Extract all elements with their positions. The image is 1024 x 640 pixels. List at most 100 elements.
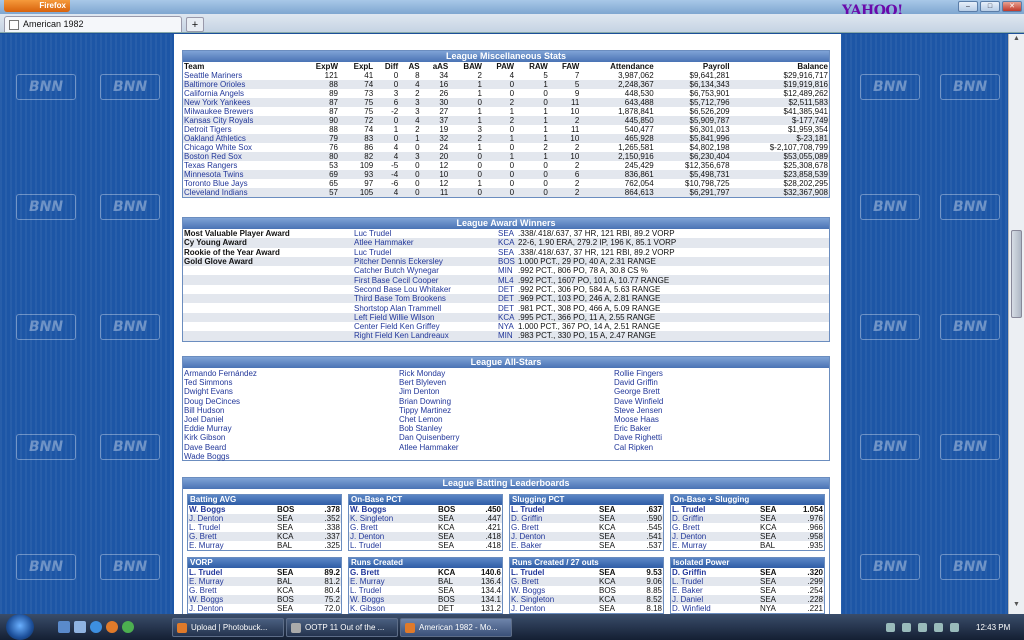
player-link[interactable]: Center Field Ken Griffey bbox=[353, 322, 497, 331]
player-link[interactable]: Shortstop Alan Trammell bbox=[353, 303, 497, 313]
player-link[interactable]: Atlee Hammaker bbox=[353, 238, 497, 248]
player-link[interactable]: L. Trudel bbox=[510, 568, 598, 577]
player-link[interactable]: L. Trudel bbox=[671, 505, 759, 514]
player-link[interactable]: K. Gibson bbox=[349, 604, 437, 613]
player-link[interactable]: E. Murray bbox=[349, 577, 437, 586]
player-link[interactable]: K. Singleton bbox=[349, 514, 437, 523]
maximize-button[interactable]: □ bbox=[980, 1, 1000, 12]
player-link[interactable]: E. Murray bbox=[188, 577, 276, 586]
all-star-player-link[interactable]: Brian Downing bbox=[399, 397, 614, 406]
team-link[interactable]: SEA bbox=[497, 248, 517, 257]
all-star-player-link[interactable]: Tippy Martinez bbox=[399, 406, 614, 415]
team-link[interactable]: Chicago White Sox bbox=[183, 143, 299, 152]
column-header[interactable]: Balance bbox=[731, 62, 829, 71]
team-link[interactable]: BOS bbox=[497, 256, 517, 267]
tray-network-icon[interactable] bbox=[902, 623, 911, 632]
player-link[interactable]: Third Base Tom Brookens bbox=[353, 294, 497, 304]
player-link[interactable]: K. Singleton bbox=[510, 595, 598, 604]
column-header[interactable]: AS bbox=[399, 62, 420, 71]
all-star-player-link[interactable]: Rick Monday bbox=[399, 369, 614, 378]
taskbar-item-ootp[interactable]: OOTP 11 Out of the ... bbox=[286, 618, 398, 637]
player-link[interactable]: L. Trudel bbox=[349, 541, 437, 550]
team-link[interactable]: KCA bbox=[497, 312, 517, 322]
scroll-down-icon[interactable]: ▼ bbox=[1011, 601, 1022, 612]
vertical-scrollbar[interactable]: ▲ ▼ bbox=[1008, 34, 1024, 614]
player-link[interactable]: W. Boggs bbox=[510, 586, 598, 595]
firefox-menu-button[interactable]: Firefox bbox=[4, 0, 70, 12]
minimize-button[interactable]: – bbox=[958, 1, 978, 12]
all-star-player-link[interactable]: Wade Boggs bbox=[184, 452, 399, 461]
player-link[interactable]: J. Denton bbox=[671, 532, 759, 541]
all-star-player-link[interactable]: Joel Daniel bbox=[184, 415, 399, 424]
player-link[interactable]: J. Denton bbox=[188, 514, 276, 523]
player-link[interactable]: D. Griffin bbox=[510, 514, 598, 523]
column-header[interactable]: PAW bbox=[483, 62, 515, 71]
team-link[interactable]: DET bbox=[497, 303, 517, 313]
column-header[interactable]: Attendance bbox=[580, 62, 654, 71]
player-link[interactable]: G. Brett bbox=[188, 532, 276, 541]
player-link[interactable]: E. Murray bbox=[188, 541, 276, 550]
player-link[interactable]: G. Brett bbox=[510, 523, 598, 532]
team-link[interactable]: MIN bbox=[497, 266, 517, 275]
column-header[interactable]: Team bbox=[183, 62, 299, 71]
player-link[interactable]: D. Winfield bbox=[671, 604, 759, 613]
team-link[interactable]: Boston Red Sox bbox=[183, 152, 300, 161]
player-link[interactable]: First Base Cecil Cooper bbox=[353, 275, 497, 285]
start-button[interactable] bbox=[6, 614, 34, 640]
player-link[interactable]: E. Murray bbox=[671, 541, 759, 550]
chrome-icon[interactable] bbox=[122, 621, 134, 633]
player-link[interactable]: J. Denton bbox=[510, 532, 598, 541]
player-link[interactable]: G. Brett bbox=[671, 523, 759, 532]
team-link[interactable]: Cleveland Indians bbox=[183, 188, 300, 197]
all-star-player-link[interactable]: Dan Quisenberry bbox=[399, 433, 614, 442]
all-star-player-link[interactable]: Steve Jensen bbox=[614, 406, 829, 415]
column-header[interactable]: Payroll bbox=[655, 62, 731, 71]
team-link[interactable]: ML4 bbox=[497, 275, 517, 285]
column-header[interactable]: FAW bbox=[549, 62, 581, 71]
all-star-player-link[interactable]: Atlee Hammaker bbox=[399, 443, 614, 452]
close-button[interactable]: ✕ bbox=[1002, 1, 1022, 12]
all-star-player-link[interactable]: Doug DeCinces bbox=[184, 397, 399, 406]
player-link[interactable]: L. Trudel bbox=[188, 523, 276, 532]
all-star-player-link[interactable]: Eric Baker bbox=[614, 424, 829, 433]
tray-security-icon[interactable] bbox=[934, 623, 943, 632]
team-link[interactable]: Toronto Blue Jays bbox=[183, 179, 299, 188]
tray-volume-icon[interactable] bbox=[918, 623, 927, 632]
all-star-player-link[interactable]: Bob Stanley bbox=[399, 424, 614, 433]
column-header[interactable]: Diff bbox=[374, 62, 399, 71]
all-star-player-link[interactable]: Dave Beard bbox=[184, 443, 399, 452]
player-link[interactable]: Left Field Willie Wilson bbox=[353, 312, 497, 322]
player-link[interactable]: W. Boggs bbox=[188, 505, 276, 514]
all-star-player-link[interactable]: Dave Righetti bbox=[614, 433, 829, 442]
team-link[interactable]: Baltimore Orioles bbox=[183, 80, 300, 89]
tab-american-1982[interactable]: American 1982 bbox=[4, 16, 182, 32]
firefox-icon[interactable] bbox=[106, 621, 118, 633]
all-star-player-link[interactable]: Ted Simmons bbox=[184, 378, 399, 387]
player-link[interactable]: L. Trudel bbox=[349, 586, 437, 595]
player-link[interactable]: L. Trudel bbox=[671, 577, 759, 586]
all-star-player-link[interactable]: Jim Denton bbox=[399, 387, 614, 396]
all-star-player-link[interactable]: Eddie Murray bbox=[184, 424, 399, 433]
taskbar-item-american-1982[interactable]: American 1982 - Mo... bbox=[400, 618, 512, 637]
column-header[interactable]: RAW bbox=[515, 62, 549, 71]
internet-explorer-icon[interactable] bbox=[90, 621, 102, 633]
player-link[interactable]: Second Base Lou Whitaker bbox=[353, 285, 497, 294]
team-link[interactable]: Kansas City Royals bbox=[183, 116, 300, 125]
player-link[interactable]: J. Denton bbox=[349, 532, 437, 541]
team-link[interactable]: DET bbox=[497, 285, 517, 294]
player-link[interactable]: Pitcher Dennis Eckersley bbox=[353, 256, 497, 267]
taskbar-item-photobucket[interactable]: Upload | Photobuck... bbox=[172, 618, 284, 637]
team-link[interactable]: DET bbox=[497, 294, 517, 304]
column-header[interactable]: aAS bbox=[421, 62, 450, 71]
player-link[interactable]: W. Boggs bbox=[349, 505, 437, 514]
player-link[interactable]: D. Griffin bbox=[671, 568, 759, 577]
all-star-player-link[interactable]: Moose Haas bbox=[614, 415, 829, 424]
scroll-thumb[interactable] bbox=[1011, 230, 1022, 318]
team-link[interactable]: Milwaukee Brewers bbox=[183, 107, 299, 116]
team-link[interactable]: California Angels bbox=[183, 89, 299, 98]
team-link[interactable]: KCA bbox=[497, 238, 517, 248]
player-link[interactable]: W. Boggs bbox=[188, 595, 276, 604]
all-star-player-link[interactable]: Bill Hudson bbox=[184, 406, 399, 415]
all-star-player-link[interactable]: George Brett bbox=[614, 387, 829, 396]
all-star-player-link[interactable]: Bert Blyleven bbox=[399, 378, 614, 387]
